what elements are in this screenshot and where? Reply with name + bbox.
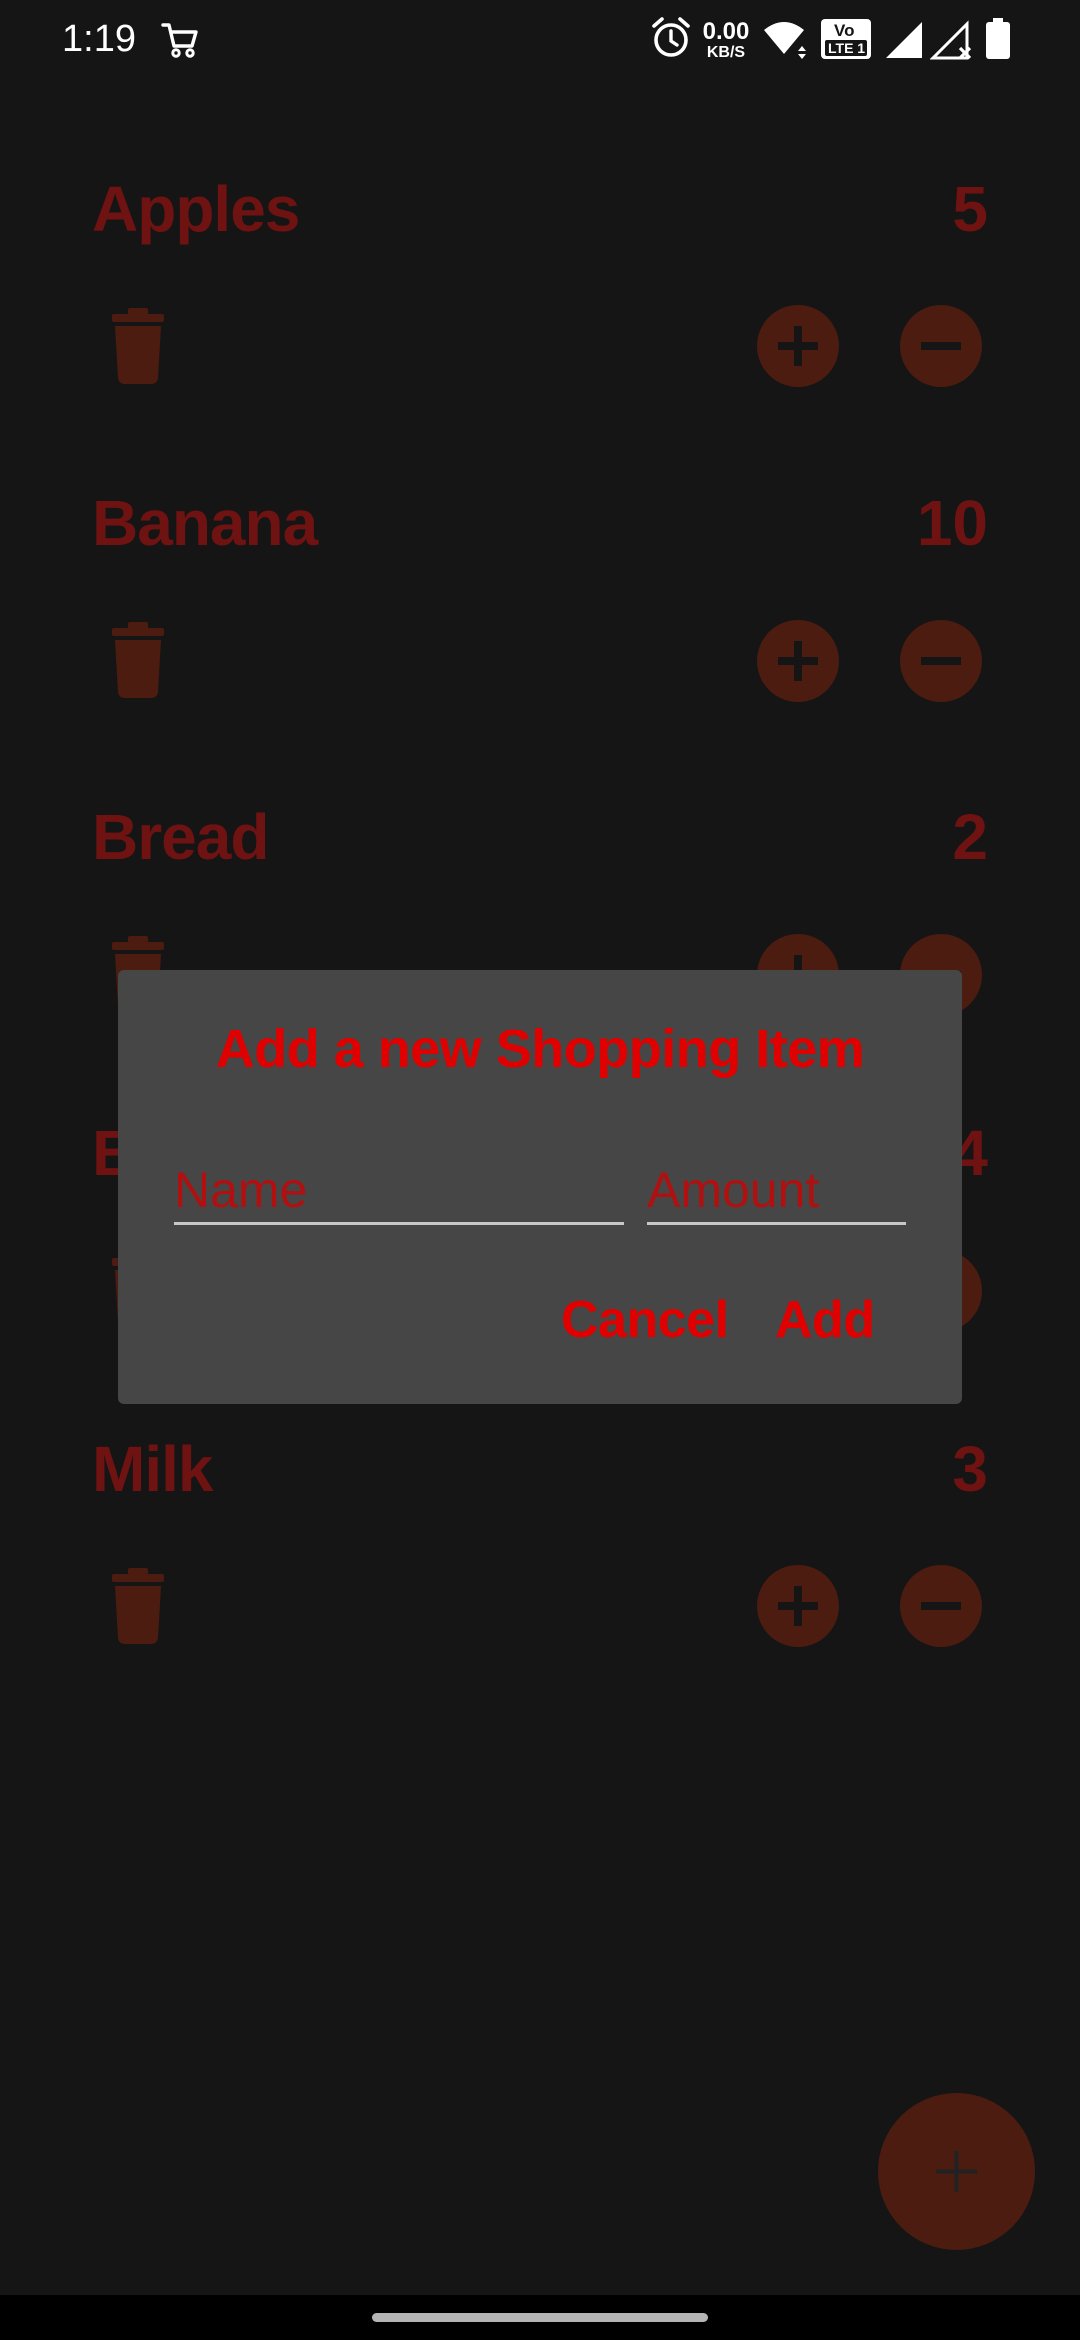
item-amount: 2 [952,801,988,873]
signal-x-icon [929,20,974,67]
item-amount: 5 [952,173,988,245]
minus-icon [921,1602,961,1610]
status-time: 1:19 [62,18,136,60]
trash-icon[interactable] [110,622,166,698]
minus-icon [921,657,961,665]
increase-button[interactable] [757,305,839,387]
screen: 1:19 0.00 KB/S Vo LTE 1 Apples 5 Banana … [0,0,1080,2340]
dialog-title: Add a new Shopping Item [215,1019,865,1079]
network-speed: 0.00 KB/S [698,20,754,61]
decrease-button[interactable] [900,305,982,387]
amount-field-wrapper [647,1160,906,1225]
plus-icon [778,641,818,681]
name-field-wrapper [174,1160,624,1225]
plus-icon [936,2151,977,2192]
add-button[interactable]: Add [775,1290,875,1350]
item-amount: 10 [916,487,988,559]
home-gesture-handle[interactable] [372,2313,708,2322]
amount-input[interactable] [647,1160,906,1220]
network-speed-unit: KB/S [706,44,746,61]
volte-icon: Vo LTE 1 [820,18,872,65]
signal-icon [884,20,924,65]
item-name: Milk [92,1433,213,1505]
plus-icon [778,326,818,366]
item-amount: 3 [952,1433,988,1505]
add-item-dialog: Add a new Shopping Item Cancel Add [118,970,962,1404]
trash-icon[interactable] [110,308,166,384]
name-input[interactable] [174,1160,624,1220]
add-item-fab[interactable] [878,2093,1035,2250]
volte-bottom-text: LTE 1 [828,40,865,56]
cart-icon [160,20,200,65]
item-name: Bread [92,801,269,873]
status-bar: 1:19 0.00 KB/S Vo LTE 1 [0,0,1080,80]
wifi-icon [762,20,810,65]
battery-icon [985,18,1011,65]
item-name: Apples [92,173,300,245]
plus-icon [778,1586,818,1626]
volte-top-text: Vo [834,21,854,40]
alarm-icon [650,14,692,67]
increase-button[interactable] [757,1565,839,1647]
minus-icon [921,342,961,350]
trash-icon[interactable] [110,1568,166,1644]
cancel-button[interactable]: Cancel [561,1290,729,1350]
item-name: Banana [92,487,318,559]
navigation-bar [0,2295,1080,2340]
network-speed-value: 0.00 [702,18,750,45]
increase-button[interactable] [757,620,839,702]
decrease-button[interactable] [900,1565,982,1647]
decrease-button[interactable] [900,620,982,702]
